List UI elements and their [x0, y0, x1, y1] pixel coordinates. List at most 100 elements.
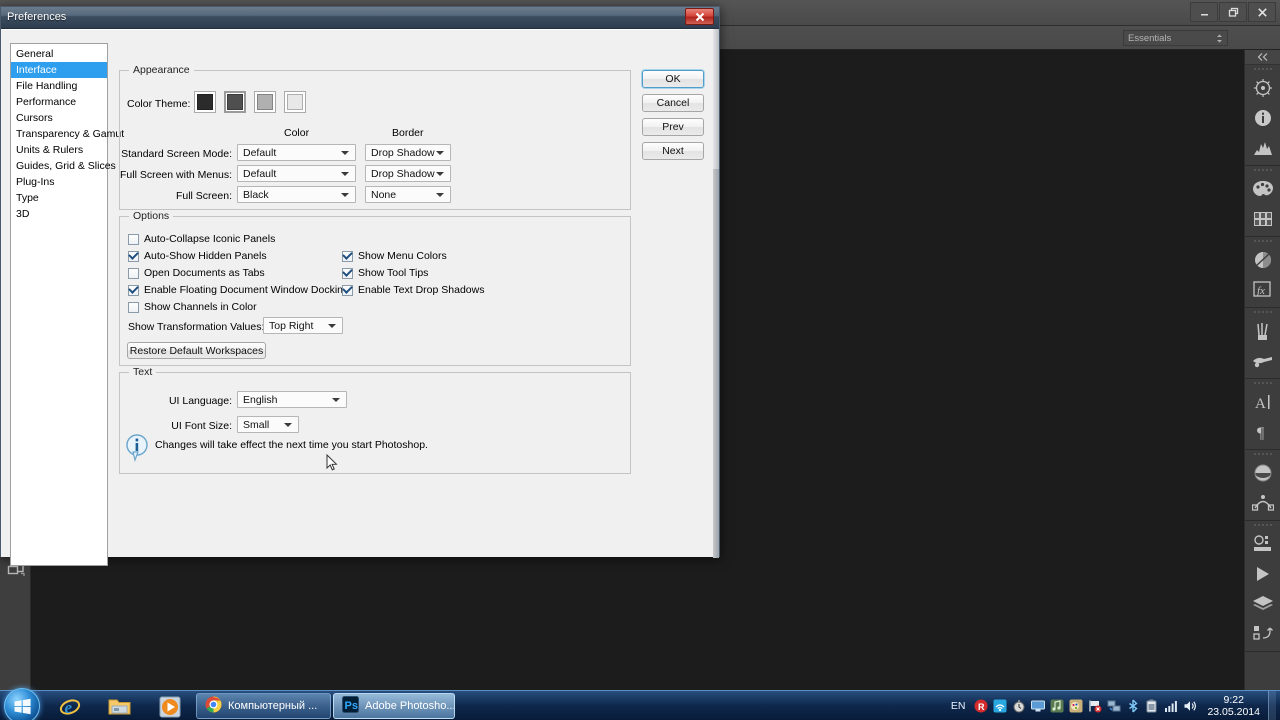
sidebar-item-general[interactable]: General [11, 46, 107, 62]
network-icon[interactable] [1106, 699, 1121, 714]
show-transformation-values-combo[interactable]: Top Right [263, 317, 343, 334]
standard-screen-mode-color-combo[interactable]: Default [237, 144, 356, 161]
r-icon[interactable]: R [973, 699, 988, 714]
bluetooth-icon[interactable] [1125, 699, 1140, 714]
adjustments-icon[interactable] [1245, 73, 1280, 103]
dialog-titlebar[interactable]: Preferences [1, 7, 719, 29]
clock-widget-icon[interactable] [1011, 699, 1026, 714]
next-button[interactable]: Next [642, 142, 704, 160]
close-icon[interactable] [685, 8, 714, 25]
info-panel-icon[interactable] [1245, 103, 1280, 133]
sidebar-item-interface[interactable]: Interface [11, 62, 107, 78]
sidebar-item-performance[interactable]: Performance [11, 94, 107, 110]
sidebar-item-guides-grid-slices[interactable]: Guides, Grid & Slices [11, 158, 116, 174]
panel-drag-handle[interactable] [1245, 65, 1280, 73]
sidebar-item-3d[interactable]: 3D [11, 206, 107, 222]
actions-play-icon[interactable] [1245, 559, 1280, 589]
paragraph-icon[interactable]: ¶ [1245, 417, 1280, 447]
next-button-label: Next [662, 145, 684, 157]
ui-font-size-combo[interactable]: Small [237, 416, 299, 433]
panel-drag-handle[interactable] [1245, 450, 1280, 458]
3d-icon[interactable] [1245, 458, 1280, 488]
wifi-icon[interactable] [992, 699, 1007, 714]
volume-icon[interactable] [1182, 699, 1197, 714]
internet-explorer-icon[interactable]: e [58, 695, 82, 719]
checkbox-show-menu-colors[interactable]: Show Menu Colors [342, 250, 447, 262]
panel-drag-handle[interactable] [1245, 308, 1280, 316]
checkbox-box [128, 250, 139, 262]
ok-button-label: OK [665, 73, 681, 85]
full-screen-border-combo[interactable]: None [365, 186, 451, 203]
full-screen-color-combo[interactable]: Black [237, 186, 356, 203]
panel-drag-handle[interactable] [1245, 379, 1280, 387]
color-theme-swatch-2[interactable] [224, 91, 246, 113]
explorer-icon[interactable] [108, 695, 132, 719]
sidebar-item-type[interactable]: Type [11, 190, 107, 206]
swatches-icon[interactable] [1245, 204, 1280, 234]
history-icon[interactable] [1245, 619, 1280, 649]
checkbox-label: Enable Text Drop Shadows [358, 284, 485, 296]
start-button[interactable] [4, 688, 40, 720]
taskbar-clock[interactable]: 9:22 23.05.2014 [1207, 694, 1260, 718]
checkbox-auto-collapse-iconic-panels[interactable]: Auto-Collapse Iconic Panels [128, 233, 275, 245]
dialog-scrollbar-thumb[interactable] [713, 29, 719, 169]
sidebar-item-cursors[interactable]: Cursors [11, 110, 107, 126]
fx-icon[interactable]: fx [1245, 275, 1280, 305]
color-theme-swatch-4[interactable] [284, 91, 306, 113]
restore-default-workspaces-button[interactable]: Restore Default Workspaces [127, 342, 266, 359]
checkbox-open-documents-as-tabs[interactable]: Open Documents as Tabs [128, 267, 265, 279]
ok-button[interactable]: OK [642, 70, 704, 88]
taskbar-button-label: Компьютерный ... [228, 700, 318, 712]
styles-icon[interactable] [1245, 245, 1280, 275]
color-theme-swatch-3[interactable] [254, 91, 276, 113]
full-screen-with-menus-border-combo[interactable]: Drop Shadow [365, 165, 451, 182]
checkbox-enable-floating-document-window-docking[interactable]: Enable Floating Document Window Docking [128, 284, 349, 296]
show-desktop-button[interactable] [1268, 691, 1276, 720]
audio-icon[interactable] [1049, 699, 1064, 714]
paths-icon[interactable] [1245, 488, 1280, 518]
taskbar-button-photoshop[interactable]: Ps Adobe Photosho... [333, 693, 455, 719]
layers-icon[interactable] [1245, 589, 1280, 619]
collapse-panels-icon[interactable] [1245, 50, 1280, 65]
preferences-category-list[interactable]: General Interface File Handling Performa… [10, 43, 124, 566]
signal-icon[interactable] [1163, 699, 1178, 714]
sidebar-item-transparency-gamut[interactable]: Transparency & Gamut [11, 126, 124, 142]
color-theme-swatch-1[interactable] [194, 91, 216, 113]
paint-icon[interactable] [1068, 699, 1083, 714]
panel-drag-handle[interactable] [1245, 521, 1280, 529]
histogram-icon[interactable] [1245, 133, 1280, 163]
panel-drag-handle[interactable] [1245, 166, 1280, 174]
battery-icon[interactable] [1144, 699, 1159, 714]
dialog-action-buttons: OK Cancel Prev Next [642, 70, 704, 166]
cancel-button[interactable]: Cancel [642, 94, 704, 112]
color-icon[interactable] [1245, 174, 1280, 204]
panel-drag-handle[interactable] [1245, 237, 1280, 245]
flag-icon[interactable] [1087, 699, 1102, 714]
restore-icon[interactable] [1219, 2, 1247, 22]
sidebar-item-plug-ins[interactable]: Plug-Ins [11, 174, 107, 190]
language-indicator[interactable]: EN [951, 700, 966, 712]
sidebar-item-file-handling[interactable]: File Handling [11, 78, 107, 94]
character-icon[interactable]: A [1245, 387, 1280, 417]
ui-language-combo[interactable]: English [237, 391, 347, 408]
checkbox-label: Auto-Collapse Iconic Panels [144, 233, 276, 245]
checkbox-show-tool-tips[interactable]: Show Tool Tips [342, 267, 428, 279]
brush-icon[interactable] [1245, 316, 1280, 346]
sidebar-item-units-rulers[interactable]: Units & Rulers [11, 142, 107, 158]
checkbox-auto-show-hidden-panels[interactable]: Auto-Show Hidden Panels [128, 250, 267, 262]
close-icon[interactable] [1248, 2, 1276, 22]
taskbar-button-chrome[interactable]: Компьютерный ... [196, 693, 331, 719]
checkbox-enable-text-drop-shadows[interactable]: Enable Text Drop Shadows [342, 284, 484, 296]
minimize-icon[interactable] [1190, 2, 1218, 22]
prev-button[interactable]: Prev [642, 118, 704, 136]
media-player-icon[interactable] [158, 695, 182, 719]
workspace-selector[interactable]: Essentials [1123, 30, 1228, 46]
display-icon[interactable] [1030, 699, 1045, 714]
checkbox-show-channels-in-color[interactable]: Show Channels in Color [128, 301, 257, 313]
timeline-icon[interactable] [1245, 529, 1280, 559]
full-screen-with-menus-color-combo[interactable]: Default [237, 165, 356, 182]
info-icon [125, 434, 149, 463]
standard-screen-mode-border-combo[interactable]: Drop Shadow [365, 144, 451, 161]
chrome-icon [205, 696, 222, 716]
brush-presets-icon[interactable] [1245, 346, 1280, 376]
